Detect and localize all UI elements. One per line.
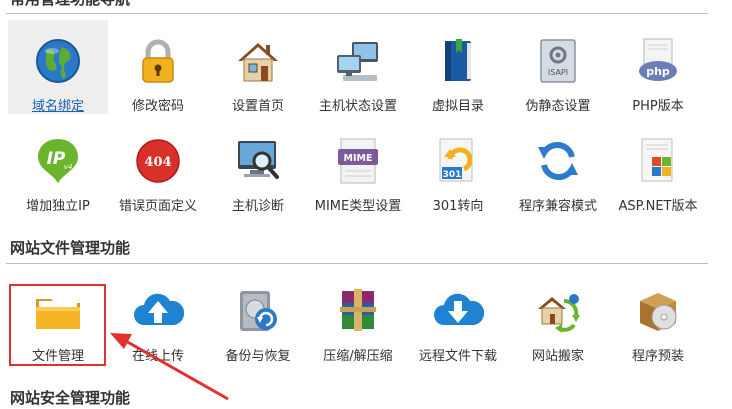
error-404-text: 404	[144, 155, 171, 170]
tile-label: 修改密码	[131, 99, 184, 114]
house-icon	[232, 36, 284, 85]
tile-label: 增加独立IP	[26, 199, 90, 214]
archive-icon	[332, 286, 384, 335]
tile-label: 错误页面定义	[118, 199, 197, 214]
divider-common	[6, 13, 708, 14]
refresh-icon	[532, 136, 584, 185]
php-text: php	[646, 65, 670, 78]
grid-row-3: 文件管理 在线上传 备份与恢复 压缩/解压缩 远程文件下载 网站搬家 程序预装	[8, 270, 708, 364]
backup-disk-icon	[232, 286, 284, 335]
aspnet-icon	[632, 136, 684, 185]
tile-label[interactable]: 域名绑定	[32, 95, 84, 114]
mime-text: MIME	[344, 153, 373, 164]
redirect-301-icon: 301	[432, 136, 484, 185]
annotation-highlight-box	[9, 284, 106, 366]
tile-301-redirect[interactable]: 301 301转向	[408, 120, 508, 214]
cloud-download-icon	[432, 286, 484, 335]
tile-label: 程序兼容模式	[518, 199, 597, 214]
tile-label: 设置首页	[231, 99, 284, 114]
tile-label: 备份与恢复	[225, 349, 291, 364]
tile-set-homepage[interactable]: 设置首页	[208, 20, 308, 114]
tile-compat-mode[interactable]: 程序兼容模式	[508, 120, 608, 214]
tile-online-upload[interactable]: 在线上传	[108, 270, 208, 364]
site-move-icon	[532, 286, 584, 335]
tile-site-move[interactable]: 网站搬家	[508, 270, 608, 364]
tile-label: 程序预装	[631, 349, 684, 364]
tile-label: 虚拟目录	[431, 99, 484, 114]
redirect-301-text: 301	[443, 170, 462, 180]
error-404-icon: 404	[132, 136, 184, 185]
tile-preinstall[interactable]: 程序预装	[608, 270, 708, 364]
tile-php-version[interactable]: php PHP版本	[608, 20, 708, 114]
tile-label: PHP版本	[632, 99, 684, 114]
isapi-text: ISAPI	[548, 68, 568, 77]
tile-mime[interactable]: MIME MIME类型设置	[308, 120, 408, 214]
tile-label: 在线上传	[131, 349, 184, 364]
grid-row-1: 域名绑定 修改密码 设置首页 主机状态设置 虚拟目录 ISAPI 伪静态设置 p…	[8, 20, 708, 114]
book-icon	[432, 36, 484, 85]
ipv4-subtext: v4	[64, 163, 73, 171]
tile-compress[interactable]: 压缩/解压缩	[308, 270, 408, 364]
tile-aspnet-version[interactable]: ASP.NET版本	[608, 120, 708, 214]
server-icon	[332, 36, 384, 85]
tile-host-diagnose[interactable]: 主机诊断	[208, 120, 308, 214]
divider-file	[6, 263, 708, 264]
install-box-icon	[632, 286, 684, 335]
tile-label: 主机诊断	[231, 199, 284, 214]
tile-label: ASP.NET版本	[618, 199, 698, 214]
tile-backup-restore[interactable]: 备份与恢复	[208, 270, 308, 364]
tile-label: 主机状态设置	[318, 99, 397, 114]
globe-icon	[32, 36, 84, 85]
tile-domain-binding[interactable]: 域名绑定	[8, 20, 108, 114]
tile-label: 远程文件下载	[418, 349, 497, 364]
mime-icon: MIME	[332, 136, 384, 185]
tile-remote-download[interactable]: 远程文件下载	[408, 270, 508, 364]
isapi-icon: ISAPI	[532, 36, 584, 85]
tile-add-ip[interactable]: IP v4 增加独立IP	[8, 120, 108, 214]
grid-row-2: IP v4 增加独立IP 404 错误页面定义 主机诊断 MIME MIME类型…	[8, 120, 708, 214]
tile-label: 网站搬家	[531, 349, 584, 364]
section-title-common: 常用管理功能导航	[10, 0, 130, 9]
tile-host-status[interactable]: 主机状态设置	[308, 20, 408, 114]
tile-label: 301转向	[432, 199, 484, 214]
tile-change-password[interactable]: 修改密码	[108, 20, 208, 114]
cloud-upload-icon	[132, 286, 184, 335]
tile-label: 伪静态设置	[525, 99, 591, 114]
padlock-icon	[132, 36, 184, 85]
tile-error-page[interactable]: 404 错误页面定义	[108, 120, 208, 214]
php-icon: php	[632, 36, 684, 85]
diagnose-icon	[232, 136, 284, 185]
tile-label: MIME类型设置	[314, 199, 402, 214]
section-title-file: 网站文件管理功能	[10, 239, 131, 257]
tile-label: 压缩/解压缩	[323, 349, 393, 364]
section-title-security: 网站安全管理功能	[10, 389, 131, 407]
tile-virtual-dir[interactable]: 虚拟目录	[408, 20, 508, 114]
ipv4-icon: IP v4	[32, 136, 84, 185]
tile-rewrite[interactable]: ISAPI 伪静态设置	[508, 20, 608, 114]
